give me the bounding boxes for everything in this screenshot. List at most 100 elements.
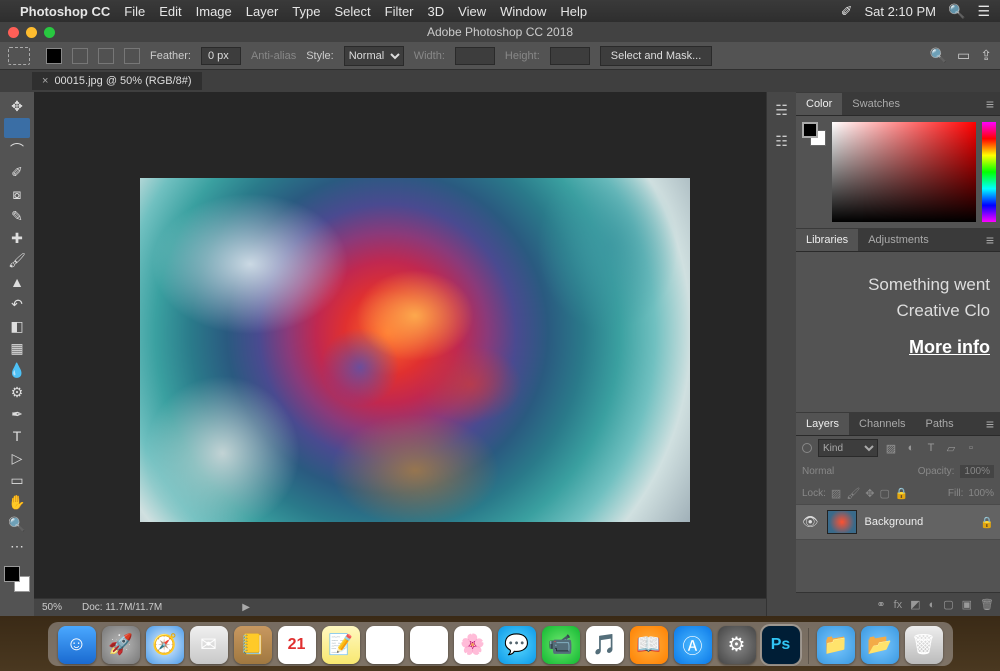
workspace-icon[interactable]: ▭ (957, 47, 970, 64)
adjustment-layer-icon[interactable]: ◐ (929, 599, 936, 611)
menu-window[interactable]: Window (500, 4, 546, 19)
document-tab[interactable]: × 00015.jpg @ 50% (RGB/8#) (32, 72, 202, 90)
document-canvas[interactable] (140, 178, 690, 522)
brush-tool[interactable]: 🖌 (4, 250, 30, 270)
menu-file[interactable]: File (124, 4, 145, 19)
history-panel-icon[interactable]: ☵ (775, 102, 788, 119)
hue-slider[interactable] (982, 122, 996, 222)
zoom-level[interactable]: 50% (42, 602, 62, 613)
style-select[interactable]: Normal (344, 46, 404, 66)
pen-tool[interactable]: ✒ (4, 404, 30, 424)
new-layer-icon[interactable]: ▣ (962, 598, 972, 611)
dock-preview[interactable]: 🖼 (410, 626, 448, 664)
edit-toolbar[interactable]: ⋯ (4, 536, 30, 556)
tab-color[interactable]: Color (796, 93, 842, 115)
foreground-background-color[interactable] (4, 566, 30, 592)
menu-clock[interactable]: Sat 2:10 PM (864, 4, 936, 19)
dock-contacts[interactable]: 📒 (234, 626, 272, 664)
dock-messages[interactable]: 💬 (498, 626, 536, 664)
libraries-panel-menu-icon[interactable]: ≡ (980, 232, 1000, 248)
selection-intersect-icon[interactable] (124, 48, 140, 64)
menu-layer[interactable]: Layer (246, 4, 279, 19)
layer-mask-icon[interactable]: ◩ (910, 598, 920, 611)
status-menu-chevron-icon[interactable]: ▶ (242, 602, 250, 613)
properties-panel-icon[interactable]: ☷ (775, 133, 788, 150)
dock-facetime[interactable]: 📹 (542, 626, 580, 664)
dodge-tool[interactable]: ⚙ (4, 382, 30, 402)
zoom-tool[interactable]: 🔍 (4, 514, 30, 534)
filter-pixel-icon[interactable]: ▨ (884, 442, 898, 455)
fill-value[interactable]: 100% (968, 488, 994, 499)
layer-visibility-eye-icon[interactable]: 👁 (802, 514, 819, 530)
doc-size[interactable]: Doc: 11.7M/11.7M (82, 602, 162, 613)
crop-tool[interactable]: ⧇ (4, 184, 30, 204)
marquee-tool[interactable] (4, 118, 30, 138)
lock-image-icon[interactable]: 🖌 (846, 487, 860, 500)
menu-help[interactable]: Help (560, 4, 587, 19)
dock-mail[interactable]: ✉ (190, 626, 228, 664)
color-panel-menu-icon[interactable]: ≡ (980, 96, 1000, 112)
scribble-icon[interactable]: ✐ (841, 3, 853, 20)
layer-filter-kind[interactable]: Kind (818, 439, 878, 457)
tab-channels[interactable]: Channels (849, 413, 915, 435)
dock-photoshop[interactable]: Ps (762, 626, 800, 664)
dock-documents[interactable]: 📂 (861, 626, 899, 664)
healing-tool[interactable]: ✚ (4, 228, 30, 248)
blend-mode-select[interactable]: Normal (802, 466, 912, 477)
layer-thumbnail[interactable] (827, 510, 857, 534)
menu-image[interactable]: Image (196, 4, 232, 19)
zoom-window-button[interactable] (44, 27, 55, 38)
menu-edit[interactable]: Edit (159, 4, 181, 19)
dock-finder[interactable]: ☺ (58, 626, 96, 664)
dock-notes[interactable]: 📝 (322, 626, 360, 664)
layer-fx-icon[interactable]: fx (894, 599, 903, 611)
tab-swatches[interactable]: Swatches (842, 93, 910, 115)
menu-type[interactable]: Type (292, 4, 320, 19)
lock-artboard-icon[interactable]: ▢ (880, 487, 890, 500)
move-tool[interactable]: ✥ (4, 96, 30, 116)
menu-list-icon[interactable]: ☰ (977, 3, 990, 20)
layers-panel-menu-icon[interactable]: ≡ (980, 416, 1000, 432)
search-icon[interactable]: 🔍 (930, 47, 947, 64)
blur-tool[interactable]: 💧 (4, 360, 30, 380)
menu-3d[interactable]: 3D (428, 4, 445, 19)
tab-adjustments[interactable]: Adjustments (858, 229, 939, 251)
dock-itunes[interactable]: 🎵 (586, 626, 624, 664)
dock-appstore[interactable]: Ⓐ (674, 626, 712, 664)
feather-field[interactable]: 0 px (201, 47, 241, 65)
opacity-value[interactable]: 100% (960, 465, 994, 478)
layer-row[interactable]: 👁 Background 🔒 (796, 504, 1000, 540)
lock-all-icon[interactable]: 🔒 (895, 487, 909, 500)
spotlight-icon[interactable]: 🔍 (948, 3, 965, 20)
eyedropper-tool[interactable]: ✎ (4, 206, 30, 226)
menu-view[interactable]: View (458, 4, 486, 19)
close-tab-icon[interactable]: × (42, 75, 48, 87)
gradient-tool[interactable]: ▦ (4, 338, 30, 358)
dock-settings[interactable]: ⚙ (718, 626, 756, 664)
lasso-tool[interactable]: ⌒ (4, 140, 30, 160)
eraser-tool[interactable]: ◧ (4, 316, 30, 336)
color-fgbg[interactable] (802, 122, 826, 146)
delete-layer-icon[interactable]: 🗑 (980, 598, 994, 611)
dock-photos[interactable]: 🌸 (454, 626, 492, 664)
menu-app[interactable]: Photoshop CC (20, 4, 110, 19)
selection-add-icon[interactable] (72, 48, 88, 64)
selection-subtract-icon[interactable] (98, 48, 114, 64)
layer-locked-icon[interactable]: 🔒 (980, 516, 994, 529)
lock-transparent-icon[interactable]: ▨ (831, 487, 841, 500)
dock-safari[interactable]: 🧭 (146, 626, 184, 664)
dock-ibooks[interactable]: 📖 (630, 626, 668, 664)
select-and-mask-button[interactable]: Select and Mask... (600, 46, 713, 66)
filter-type-icon[interactable]: T (924, 442, 938, 454)
current-tool-icon[interactable] (8, 47, 30, 65)
dock-trash[interactable]: 🗑 (905, 626, 943, 664)
type-tool[interactable]: T (4, 426, 30, 446)
tab-libraries[interactable]: Libraries (796, 229, 858, 251)
layer-group-icon[interactable]: ▢ (943, 598, 953, 611)
filter-adjust-icon[interactable]: ◐ (904, 442, 918, 454)
history-brush-tool[interactable]: ↶ (4, 294, 30, 314)
filter-shape-icon[interactable]: ▱ (944, 442, 958, 455)
close-window-button[interactable] (8, 27, 19, 38)
selection-new-icon[interactable] (46, 48, 62, 64)
tab-paths[interactable]: Paths (916, 413, 964, 435)
